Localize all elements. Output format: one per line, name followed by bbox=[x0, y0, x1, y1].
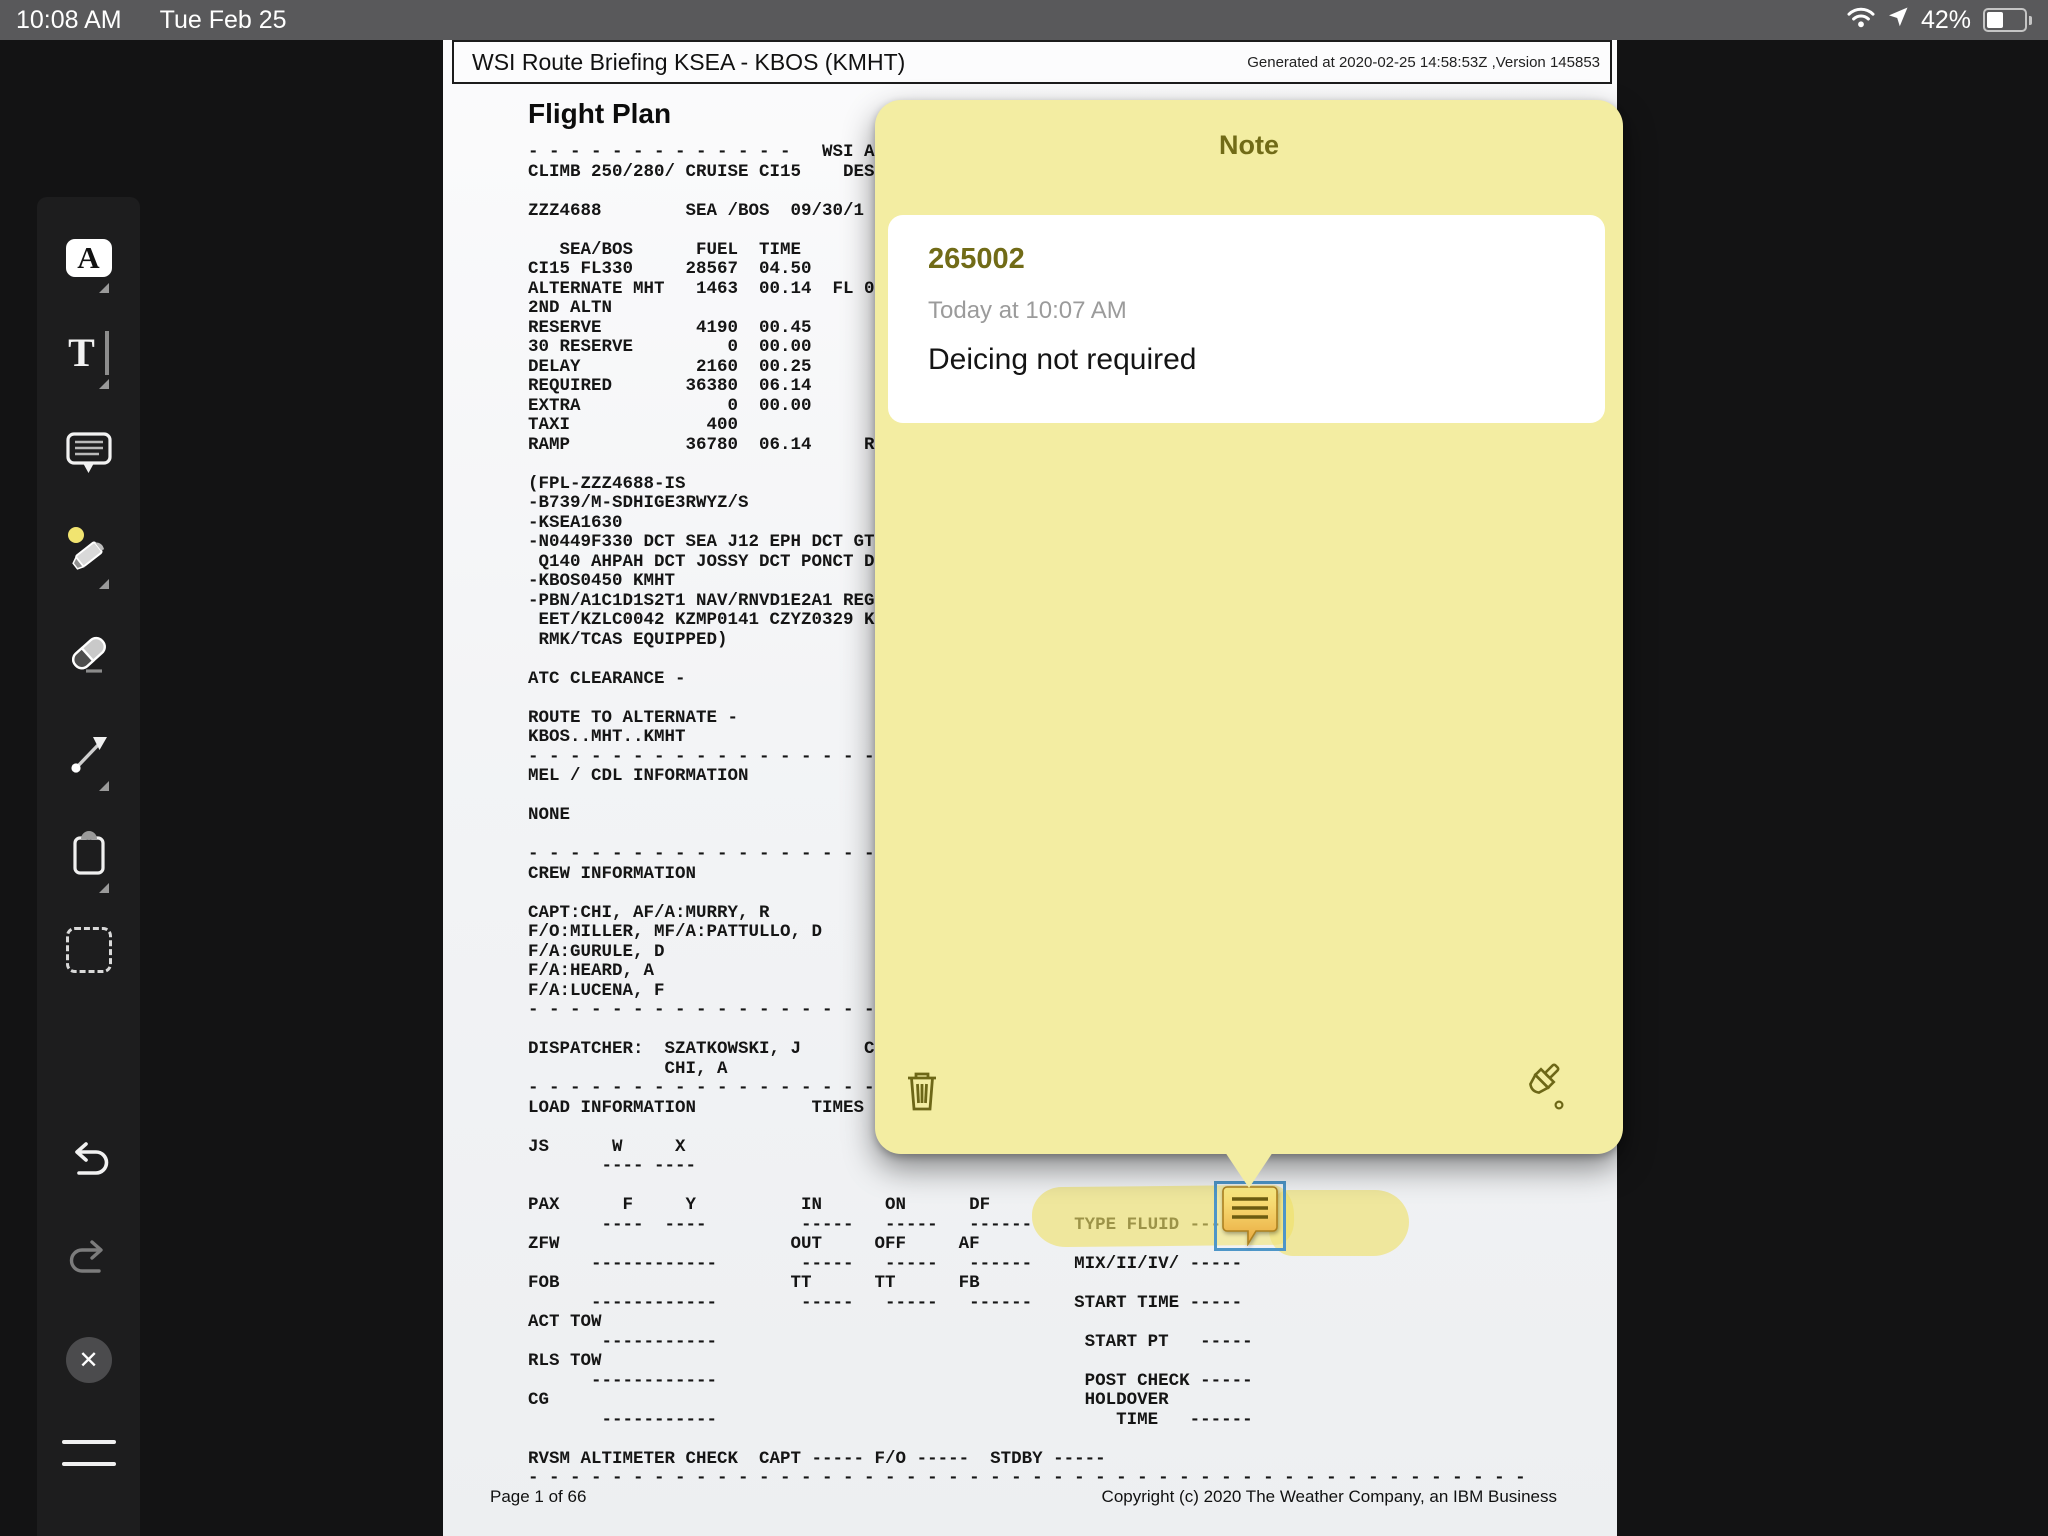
eraser-tool[interactable] bbox=[37, 627, 140, 683]
highlighter-icon bbox=[64, 526, 114, 581]
highlight-annotation[interactable] bbox=[1269, 1190, 1409, 1256]
submenu-indicator bbox=[99, 379, 109, 389]
delete-note-button[interactable] bbox=[901, 1068, 943, 1117]
clipboard-icon bbox=[66, 829, 112, 882]
style-brush-button[interactable] bbox=[1513, 1058, 1569, 1117]
generated-label: Generated at 2020-02-25 14:58:53Z ,Versi… bbox=[1247, 54, 1610, 71]
screen: 10:08 AM Tue Feb 25 42% A bbox=[0, 0, 2048, 1536]
battery-percent: 42% bbox=[1921, 6, 1971, 35]
popup-tail bbox=[1225, 1152, 1273, 1188]
page-number: Page 1 of 66 bbox=[490, 1487, 586, 1507]
undo-button[interactable] bbox=[37, 1134, 140, 1190]
status-bar: 10:08 AM Tue Feb 25 42% bbox=[0, 0, 2048, 40]
note-popup: Note 265002 Today at 10:07 AM Deicing no… bbox=[875, 100, 1623, 1154]
font-style-icon: A bbox=[66, 239, 112, 277]
note-tool-icon bbox=[65, 431, 113, 480]
text-tool-icon: T bbox=[68, 333, 95, 373]
note-tool[interactable] bbox=[37, 427, 140, 483]
arrow-tool[interactable] bbox=[37, 727, 140, 783]
status-date: Tue Feb 25 bbox=[160, 6, 287, 35]
note-id: 265002 bbox=[928, 243, 1025, 276]
selection-tool[interactable] bbox=[37, 922, 140, 978]
arrow-line-icon bbox=[66, 731, 112, 780]
redo-button[interactable] bbox=[37, 1232, 140, 1288]
note-annotation-icon[interactable] bbox=[1220, 1184, 1280, 1251]
submenu-indicator bbox=[99, 781, 109, 791]
drag-handle[interactable] bbox=[37, 1425, 140, 1481]
copyright: Copyright (c) 2020 The Weather Company, … bbox=[1102, 1487, 1557, 1507]
close-icon: ✕ bbox=[66, 1337, 112, 1383]
note-timestamp: Today at 10:07 AM bbox=[928, 297, 1127, 325]
submenu-indicator bbox=[99, 283, 109, 293]
close-button[interactable]: ✕ bbox=[37, 1332, 140, 1388]
annotation-toolbar: A T bbox=[37, 197, 140, 1536]
paintbrush-icon bbox=[1513, 1102, 1569, 1117]
submenu-indicator bbox=[99, 883, 109, 893]
eraser-icon bbox=[64, 630, 114, 681]
redo-icon bbox=[67, 1238, 111, 1283]
wifi-icon bbox=[1847, 6, 1875, 35]
highlighter-tool[interactable] bbox=[37, 525, 140, 581]
document-title: WSI Route Briefing KSEA - KBOS (KMHT) bbox=[454, 49, 905, 76]
undo-icon bbox=[67, 1140, 111, 1185]
text-tool[interactable]: T bbox=[37, 325, 140, 381]
trash-icon bbox=[901, 1102, 943, 1117]
submenu-indicator bbox=[99, 579, 109, 589]
flight-plan-heading: Flight Plan bbox=[528, 98, 671, 130]
location-icon bbox=[1887, 6, 1909, 35]
font-style-tool[interactable]: A bbox=[37, 230, 140, 286]
selection-icon bbox=[66, 927, 112, 973]
battery-nub bbox=[2029, 16, 2032, 25]
clipboard-tool[interactable] bbox=[37, 827, 140, 883]
battery-icon bbox=[1983, 8, 2027, 32]
note-card[interactable]: 265002 Today at 10:07 AM Deicing not req… bbox=[888, 215, 1605, 423]
status-time: 10:08 AM bbox=[16, 6, 122, 35]
note-popup-title: Note bbox=[875, 130, 1623, 161]
note-text: Deicing not required bbox=[928, 343, 1197, 377]
document-header: WSI Route Briefing KSEA - KBOS (KMHT) Ge… bbox=[452, 40, 1612, 84]
